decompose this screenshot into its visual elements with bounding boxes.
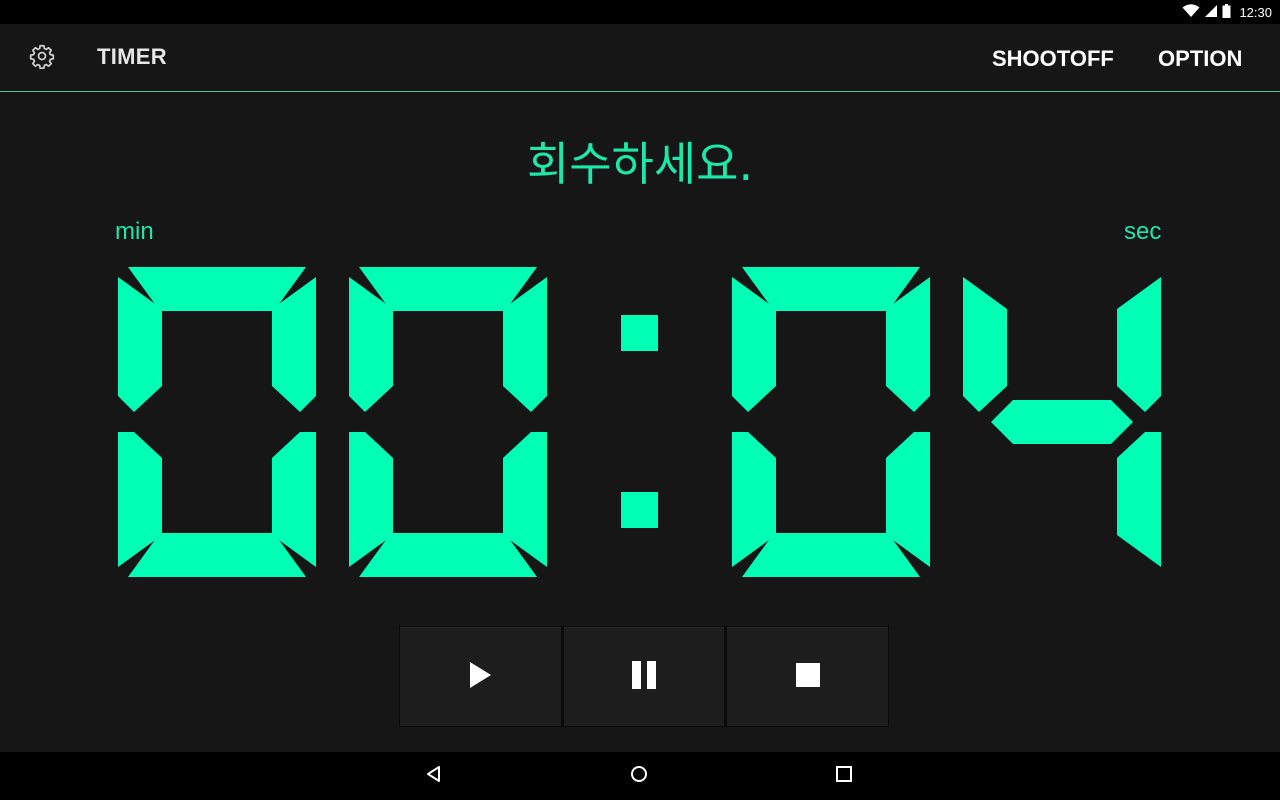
timer-digit — [349, 267, 547, 577]
segment-upper-right — [503, 277, 547, 412]
segment-upper-right — [272, 277, 316, 412]
status-time: 12:30 — [1239, 4, 1272, 20]
back-icon — [425, 765, 443, 787]
status-icons: 12:30 — [1182, 3, 1272, 21]
battery-icon — [1222, 3, 1231, 22]
segment-lower-left — [349, 432, 393, 567]
segment-top — [359, 267, 537, 311]
home-icon — [630, 765, 648, 787]
segment-upper-right — [1117, 277, 1161, 412]
timer-colon — [621, 315, 658, 528]
segment-bottom — [128, 533, 306, 577]
colon-dot — [621, 492, 658, 528]
segment-middle — [991, 400, 1133, 444]
timer-digit — [963, 277, 1161, 567]
segment-lower-right — [272, 432, 316, 567]
recent-apps-icon — [835, 765, 853, 787]
segment-lower-left — [732, 432, 776, 567]
segment-upper-left — [349, 277, 393, 412]
segment-upper-left — [963, 277, 1007, 412]
segment-lower-right — [886, 432, 930, 567]
colon-dot — [621, 315, 658, 351]
timer-digit — [732, 267, 930, 577]
home-button[interactable] — [627, 764, 651, 788]
segment-upper-left — [732, 277, 776, 412]
segment-top — [742, 267, 920, 311]
back-button[interactable] — [422, 764, 446, 788]
segment-bottom — [742, 533, 920, 577]
pause-button[interactable] — [561, 626, 726, 727]
cell-signal-icon — [1204, 3, 1218, 22]
play-icon — [467, 660, 493, 694]
segment-lower-right — [1117, 432, 1161, 567]
wifi-icon — [1182, 3, 1200, 22]
playback-controls — [399, 626, 890, 727]
settings-button[interactable] — [26, 42, 58, 74]
shootoff-button[interactable]: SHOOTOFF — [992, 46, 1114, 72]
segment-upper-left — [118, 277, 162, 412]
recent-apps-button[interactable] — [832, 764, 856, 788]
stop-icon — [795, 662, 821, 692]
segment-upper-right — [886, 277, 930, 412]
app-title: TIMER — [97, 44, 167, 69]
segment-bottom — [359, 533, 537, 577]
status-bar: 12:30 — [0, 0, 1280, 24]
play-button[interactable] — [399, 626, 562, 727]
option-button[interactable]: OPTION — [1158, 46, 1242, 72]
pause-icon — [631, 660, 657, 694]
timer-message: 회수하세요. — [526, 137, 754, 191]
navigation-bar — [0, 752, 1280, 800]
gear-icon — [29, 43, 55, 73]
segment-top — [128, 267, 306, 311]
app-bar: TIMER SHOOTOFF OPTION — [0, 24, 1280, 92]
stop-button[interactable] — [725, 626, 890, 727]
segment-lower-left — [118, 432, 162, 567]
seconds-label: sec — [1124, 218, 1162, 245]
segment-lower-right — [503, 432, 547, 567]
timer-digit — [118, 267, 316, 577]
minutes-label: min — [115, 218, 154, 245]
